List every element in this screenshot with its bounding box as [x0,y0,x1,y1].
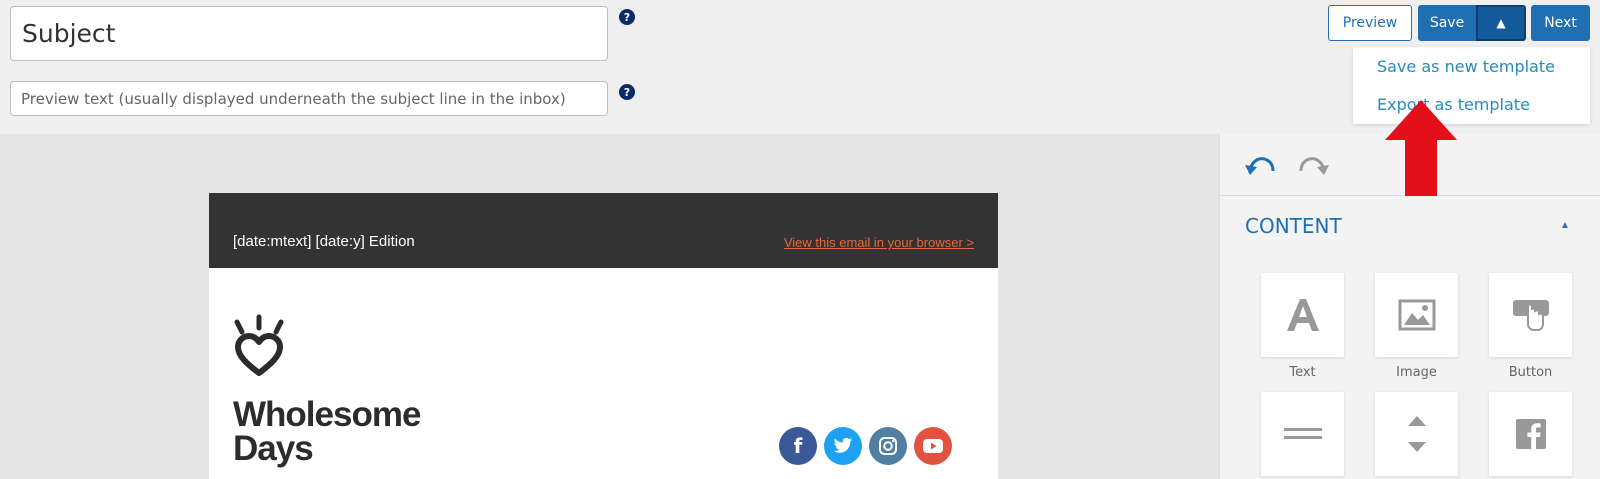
button-block-label: Button [1508,365,1553,380]
button-block-tile[interactable] [1489,273,1572,357]
preview-text-help-icon[interactable]: ? [619,84,635,100]
next-button[interactable]: Next [1531,5,1590,41]
subject-value: Subject [22,19,116,48]
redo-icon[interactable] [1297,151,1329,179]
button-icon [1512,300,1549,331]
preview-button[interactable]: Preview [1328,5,1412,41]
save-options-caret-button[interactable]: ▲ [1476,5,1526,41]
save-button[interactable]: Save [1418,5,1476,41]
facebook-icon [1515,419,1546,449]
facebook-icon[interactable]: f [779,427,817,465]
image-icon [1398,299,1435,331]
red-arrow-annotation [1385,100,1457,196]
spacer-block-tile[interactable] [1375,392,1458,476]
text-block-label: Text [1289,365,1316,380]
spacer-icon [1407,416,1426,452]
divider-block-tile[interactable] [1261,392,1344,476]
brand-line-1: Wholesome [233,395,421,434]
view-in-browser-link[interactable]: View this email in your browser > [784,235,974,250]
subject-help-icon[interactable]: ? [619,9,635,25]
text-icon [1286,299,1319,331]
brand-name: Wholesome Days [233,395,421,468]
email-header-bar[interactable]: [date:mtext] [date:y] Edition View this … [209,193,998,268]
email-canvas: [date:mtext] [date:y] Edition View this … [0,134,1219,479]
heart-logo-icon [234,314,284,376]
social-block-tile[interactable] [1489,392,1572,476]
caret-up-icon: ▲ [1496,16,1506,30]
image-block-label: Image [1396,365,1437,380]
undo-icon[interactable] [1245,151,1277,179]
collapse-icon[interactable]: ▲ [1560,220,1570,231]
subject-input[interactable]: Subject [10,6,608,61]
content-section-title[interactable]: CONTENT [1245,214,1342,238]
twitter-icon[interactable] [824,427,862,465]
composer-header: Subject ? Preview text (usually displaye… [0,0,1600,134]
divider-icon [1283,428,1322,439]
email-preview: [date:mtext] [date:y] Edition View this … [209,193,998,479]
preview-text-input[interactable]: Preview text (usually displayed undernea… [10,81,608,116]
instagram-icon[interactable] [869,427,907,465]
preview-text-placeholder: Preview text (usually displayed undernea… [21,89,566,108]
edition-text: [date:mtext] [date:y] Edition [233,233,415,250]
text-block-tile[interactable] [1261,273,1344,357]
save-as-new-template-item[interactable]: Save as new template [1377,57,1555,76]
youtube-icon[interactable] [914,427,952,465]
brand-line-2: Days [233,429,314,468]
image-block-tile[interactable] [1375,273,1458,357]
